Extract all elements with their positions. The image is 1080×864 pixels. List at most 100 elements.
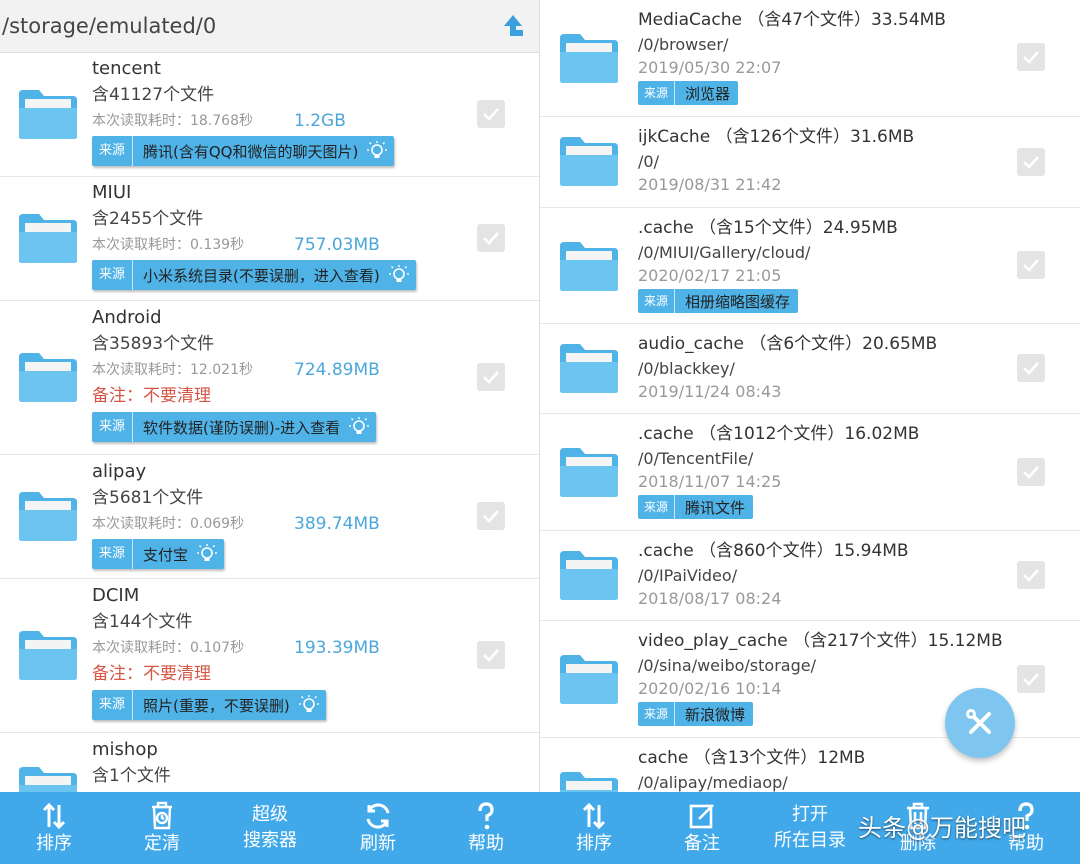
select-checkbox[interactable] xyxy=(1017,354,1045,382)
source-tag[interactable]: 来源 相册缩略图缓存 xyxy=(638,289,799,313)
file-count: 含5681个文件 xyxy=(92,488,204,508)
select-checkbox[interactable] xyxy=(477,363,505,391)
check-icon xyxy=(483,108,499,121)
list-item[interactable]: mishop 含1个文件 xyxy=(0,733,539,816)
select-checkbox[interactable] xyxy=(477,502,505,530)
refresh-icon xyxy=(366,803,390,829)
question-icon xyxy=(478,802,494,830)
source-text: 浏览器 xyxy=(685,84,731,103)
select-checkbox[interactable] xyxy=(477,224,505,252)
source-tag[interactable]: 来源 新浪微博 xyxy=(638,702,754,726)
select-checkbox[interactable] xyxy=(477,100,505,128)
list-item[interactable]: .cache （含860个文件）15.94MB /0/IPaiVideo/ 20… xyxy=(540,531,1080,621)
cache-name: .cache （含15个文件）24.95MB xyxy=(638,218,898,238)
select-checkbox[interactable] xyxy=(1017,251,1045,279)
source-label: 来源 xyxy=(92,260,134,290)
folder-size: 389.74MB xyxy=(294,514,380,534)
list-item[interactable]: audio_cache （含6个文件）20.65MB /0/blackkey/ … xyxy=(540,324,1080,414)
sort-button[interactable]: 排序 xyxy=(540,792,648,864)
source-tag[interactable]: 来源 照片(重要，不要误删) xyxy=(92,690,326,720)
select-checkbox[interactable] xyxy=(1017,458,1045,486)
source-text: 支付宝 xyxy=(143,545,189,564)
source-text: 腾讯(含有QQ和微信的聊天图片) xyxy=(143,142,359,161)
list-item[interactable]: alipay 含5681个文件 本次读取耗时：0.069秒 389.74MB 来源… xyxy=(0,455,539,579)
list-item[interactable]: .cache （含1012个文件）16.02MB /0/TencentFile/… xyxy=(540,414,1080,531)
lightbulb-icon[interactable] xyxy=(366,140,388,162)
folder-note: 备注：不要清理 xyxy=(92,664,211,684)
read-time-prefix: 本次读取耗时： xyxy=(92,640,190,656)
select-checkbox[interactable] xyxy=(1017,148,1045,176)
folder-icon xyxy=(560,448,618,497)
refresh-button[interactable]: 刷新 xyxy=(324,792,432,864)
source-label: 来源 xyxy=(638,81,676,105)
folder-name: DCIM xyxy=(92,585,140,606)
check-icon xyxy=(1023,156,1039,169)
source-tag[interactable]: 来源 浏览器 xyxy=(638,81,739,105)
cache-path: /0/sina/weibo/storage/ xyxy=(638,656,816,675)
left-toolbar: 排序 定清 超级 搜索器 刷新 帮助 xyxy=(0,792,540,864)
read-time-value: 0.107秒 xyxy=(190,640,245,656)
folder-size: 193.39MB xyxy=(294,638,380,658)
cache-path: /0/TencentFile/ xyxy=(638,449,754,468)
read-time-value: 0.069秒 xyxy=(190,516,245,532)
lightbulb-icon[interactable] xyxy=(348,416,370,438)
source-label: 来源 xyxy=(92,539,134,569)
tools-fab-button[interactable] xyxy=(945,688,1015,758)
source-text: 相册缩略图缓存 xyxy=(685,292,791,311)
file-count: 含35893个文件 xyxy=(92,334,215,354)
super-search-button[interactable]: 超级 搜索器 xyxy=(216,792,324,864)
cache-path: /0/blackkey/ xyxy=(638,359,735,378)
read-time-value: 18.768秒 xyxy=(190,113,253,129)
cache-name: video_play_cache （含217个文件）15.12MB xyxy=(638,631,1003,651)
check-icon xyxy=(1023,259,1039,272)
source-text: 照片(重要，不要误删) xyxy=(143,696,290,715)
check-icon xyxy=(1023,569,1039,582)
list-item[interactable]: tencent 含41127个文件 本次读取耗时：18.768秒 1.2GB 来源… xyxy=(0,54,539,177)
list-item[interactable]: .cache （含15个文件）24.95MB /0/MIUI/Gallery/c… xyxy=(540,208,1080,324)
folder-icon xyxy=(560,34,618,83)
source-tag[interactable]: 来源 软件数据(谨防误删)-进入查看 xyxy=(92,412,377,442)
folder-icon xyxy=(19,492,77,541)
select-checkbox[interactable] xyxy=(1017,561,1045,589)
folder-icon xyxy=(560,551,618,600)
scheduled-clean-button[interactable]: 定清 xyxy=(108,792,216,864)
sort-icon xyxy=(42,802,66,830)
folder-note: 备注：不要清理 xyxy=(92,386,211,406)
source-tag[interactable]: 来源 支付宝 xyxy=(92,539,225,569)
note-button[interactable]: 备注 xyxy=(648,792,756,864)
source-text: 腾讯文件 xyxy=(685,498,746,517)
source-tag[interactable]: 来源 腾讯文件 xyxy=(638,495,754,519)
lightbulb-icon[interactable] xyxy=(388,264,410,286)
list-item[interactable]: Android 含35893个文件 本次读取耗时：12.021秒 724.89MB… xyxy=(0,301,539,455)
source-label: 来源 xyxy=(92,136,134,166)
lightbulb-icon[interactable] xyxy=(196,543,218,565)
cache-date: 2019/08/31 21:42 xyxy=(638,175,782,194)
open-folder-button[interactable]: 打开 所在目录 xyxy=(756,792,864,864)
folder-icon xyxy=(560,655,618,704)
folder-name: Android xyxy=(92,307,162,328)
cache-date: 2018/08/17 08:24 xyxy=(638,589,782,608)
go-up-icon[interactable] xyxy=(496,12,526,42)
cache-path: /0/MIUI/Gallery/cloud/ xyxy=(638,243,811,262)
sort-button[interactable]: 排序 xyxy=(0,792,108,864)
read-time-prefix: 本次读取耗时： xyxy=(92,113,190,129)
source-tag[interactable]: 来源 小米系统目录(不要误删，进入查看) xyxy=(92,260,416,290)
read-time-value: 0.139秒 xyxy=(190,237,245,253)
cache-date: 2018/11/07 14:25 xyxy=(638,472,782,491)
cache-name: MediaCache （含47个文件）33.54MB xyxy=(638,10,946,30)
lightbulb-icon[interactable] xyxy=(298,694,320,716)
list-item[interactable]: MediaCache （含47个文件）33.54MB /0/browser/ 2… xyxy=(540,0,1080,117)
source-tag[interactable]: 来源 腾讯(含有QQ和微信的聊天图片) xyxy=(92,136,395,166)
select-checkbox[interactable] xyxy=(1017,665,1045,693)
select-checkbox[interactable] xyxy=(1017,43,1045,71)
check-icon xyxy=(1023,673,1039,686)
help-button[interactable]: 帮助 xyxy=(432,792,540,864)
list-item[interactable]: MIUI 含2455个文件 本次读取耗时：0.139秒 757.03MB 来源 小米… xyxy=(0,177,539,301)
list-item[interactable]: ijkCache （含126个文件）31.6MB /0/ 2019/08/31 … xyxy=(540,117,1080,208)
file-count: 含41127个文件 xyxy=(92,85,215,105)
select-checkbox[interactable] xyxy=(477,641,505,669)
folder-name: alipay xyxy=(92,461,147,482)
list-item[interactable]: DCIM 含144个文件 本次读取耗时：0.107秒 193.39MB 备注：不要… xyxy=(0,579,539,733)
folder-icon xyxy=(560,242,618,291)
folder-size: 1.2GB xyxy=(294,111,346,131)
